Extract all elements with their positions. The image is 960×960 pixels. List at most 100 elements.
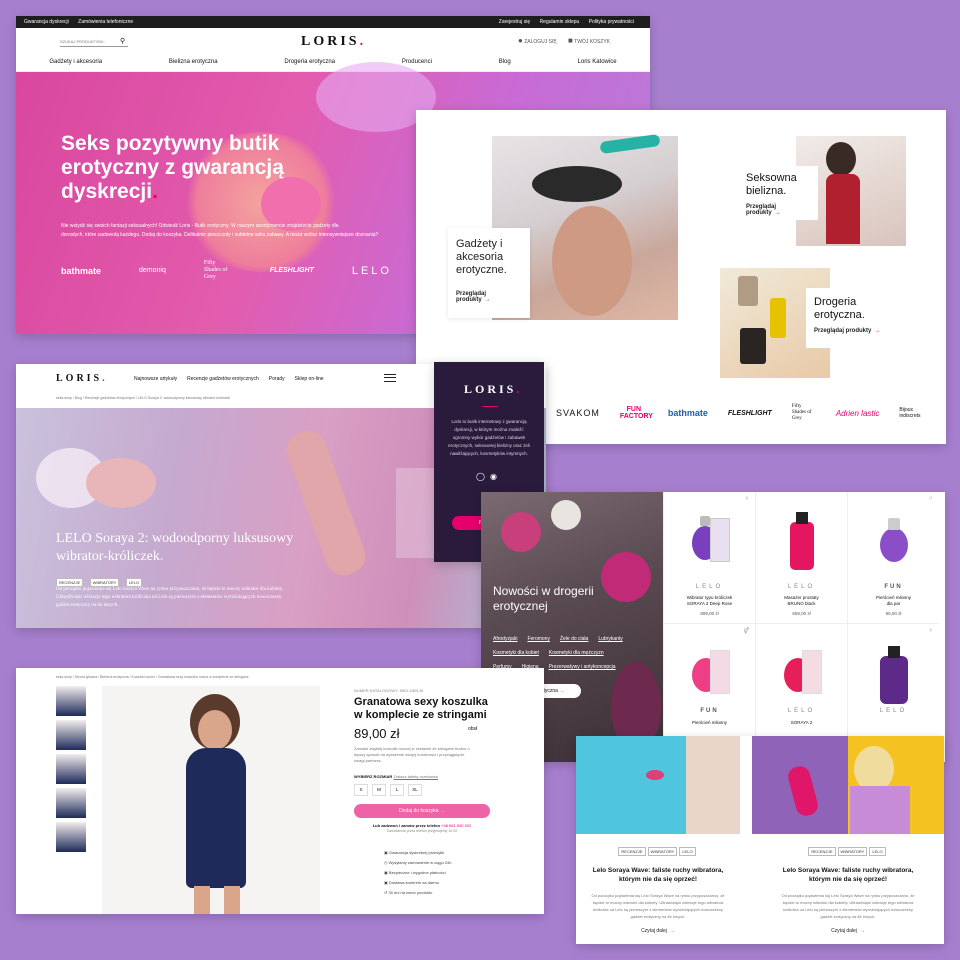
- blog-nav: Najnowsze artykuły Recenzje gadżetów ero…: [134, 376, 324, 382]
- tag[interactable]: WIBRATORY: [837, 847, 868, 856]
- phone-order-link[interactable]: Zamówienia telefoniczne: [78, 19, 133, 25]
- product-main-image[interactable]: [102, 686, 320, 914]
- login-link[interactable]: ● ZALOGUJ SIĘ: [518, 36, 557, 45]
- brand-svakom[interactable]: SVAKOM: [556, 408, 600, 418]
- side-logo[interactable]: LORIS: [464, 382, 516, 396]
- tag[interactable]: RECENZJE: [808, 847, 836, 856]
- toy-image: [599, 133, 661, 155]
- read-more-link[interactable]: Czytaj dalej →: [752, 928, 944, 934]
- product-card[interactable]: ♀ LELO Wibrator typu króliczek SORAYA 2 D…: [663, 492, 755, 624]
- product-brand: LELO: [695, 584, 724, 590]
- lingerie-title: Seksowna bielizna.: [746, 172, 797, 197]
- review-image-1[interactable]: [576, 736, 740, 834]
- brand-fifty-shades-2[interactable]: Fifty Shades of Grey: [792, 404, 816, 422]
- size-option[interactable]: XL: [408, 784, 422, 796]
- brand-lelo[interactable]: LELO: [352, 265, 392, 277]
- product-card[interactable]: LELO Masażer prostaty BRUNO black 659,00 …: [755, 492, 847, 624]
- drugstore-card: Nowości w drogerii erotycznej Afrodyzjak…: [481, 492, 945, 762]
- feature-item: ◷ Wysyłamy zamówienie w ciągu 24h: [384, 860, 452, 865]
- blog-title: LELO Soraya 2: wodoodporny luksusowy wib…: [56, 531, 294, 564]
- nav-producers[interactable]: Producenci: [402, 59, 432, 65]
- product-brand: FUN: [700, 708, 719, 714]
- link-feromony[interactable]: Feromony: [527, 632, 550, 646]
- size-option[interactable]: S: [354, 784, 368, 796]
- instagram-icon[interactable]: ◯: [476, 472, 485, 481]
- phone-link[interactable]: +48 661 830 922: [441, 823, 471, 828]
- blog-logo[interactable]: LORIS: [56, 373, 102, 384]
- cart-link[interactable]: ■ TWÓJ KOSZYK: [568, 36, 610, 45]
- product-page-card: seks-shop / Strona główna / Bielizna ero…: [16, 668, 544, 914]
- lingerie-browse-link[interactable]: Przeglądaj produkty →: [746, 204, 810, 216]
- link-zele[interactable]: Żele do ciała: [560, 632, 588, 646]
- privacy-link[interactable]: Polityka prywatności: [589, 19, 634, 25]
- tag[interactable]: LELO: [679, 847, 696, 856]
- add-to-cart-button[interactable]: Dodaj do koszyka →: [354, 804, 490, 818]
- product-image: [780, 642, 824, 712]
- lock-icon: ▣: [384, 870, 388, 875]
- header: SZUKAJ PRODUKTÓW... ⚲ LORIS. ● ZALOGUJ S…: [16, 28, 650, 72]
- nav-store[interactable]: Loris Katowice: [578, 59, 617, 65]
- link-kosmetyki-kobiet[interactable]: Kosmetyki dla kobiet: [493, 646, 539, 660]
- thumbnail[interactable]: [56, 822, 86, 852]
- female-icon: ♀: [744, 496, 750, 502]
- review-image-2[interactable]: [752, 736, 944, 834]
- brand-fun-factory[interactable]: FUN FACTORY: [620, 406, 653, 420]
- brand-fleshlight[interactable]: FLESHLIGHT: [270, 267, 314, 274]
- product-breadcrumb: seks-shop / Strona główna / Bielizna ero…: [56, 675, 249, 679]
- product-image: [872, 510, 916, 580]
- nav-lingerie[interactable]: Bielizna erotyczna: [169, 59, 218, 65]
- tag[interactable]: RECENZJE: [618, 847, 646, 856]
- nav-blog[interactable]: Blog: [499, 59, 511, 65]
- nav-drugstore[interactable]: Drogeria erotyczna: [284, 59, 335, 65]
- read-more-link[interactable]: Czytaj dalej →: [576, 928, 740, 934]
- blog-nav-shop[interactable]: Sklep on-line: [295, 376, 324, 382]
- product-price: 95,00 zł: [885, 611, 902, 616]
- feature-item: ▣ Gwarancja dyskretnej przesyłki: [384, 850, 445, 855]
- hero-text: Nie wstydź się swoich fantazji seksualny…: [61, 223, 379, 238]
- size-option[interactable]: M: [372, 784, 386, 796]
- thumbnail[interactable]: [56, 720, 86, 750]
- hamburger-menu-icon[interactable]: [384, 374, 396, 382]
- product-image: [780, 510, 824, 580]
- link-lubrykanty[interactable]: Lubrykanty: [598, 632, 622, 646]
- brand-bijoux[interactable]: Bijoux indiscrets: [899, 407, 929, 419]
- drugstore-box: Drogeria erotyczna. Przeglądaj produkty →: [806, 288, 896, 348]
- size-option[interactable]: L: [390, 784, 404, 796]
- blog-nav-reviews[interactable]: Recenzje gadżetów erotycznych: [187, 376, 259, 382]
- product-image: [688, 642, 732, 712]
- link-afrodyzjaki[interactable]: Afrodyzjaki: [493, 632, 517, 646]
- search-icon[interactable]: ⚲: [120, 37, 125, 45]
- discretion-link[interactable]: Gwarancja dyskrecji: [24, 19, 69, 25]
- thumbnail[interactable]: [56, 754, 86, 784]
- register-link[interactable]: Zarejestruj się: [499, 19, 530, 25]
- gadgets-browse-link[interactable]: Przeglądaj produkty →: [456, 291, 522, 303]
- brand-bathmate-2[interactable]: bathmate: [668, 408, 708, 418]
- blog-nav-latest[interactable]: Najnowsze artykuły: [134, 376, 177, 382]
- product-card[interactable]: ♂ FUN Pierścień miłosny dla par 95,00 zł: [847, 492, 939, 624]
- size-table-link[interactable]: Zobacz tabelę rozmiarów: [393, 774, 438, 779]
- thumbnail[interactable]: [56, 686, 86, 716]
- product-image: [872, 642, 916, 712]
- logo[interactable]: LORIS: [301, 34, 360, 49]
- link-kosmetyki-mezczyzn[interactable]: Kosmetyki dla mężczyzn: [549, 646, 604, 660]
- facebook-icon[interactable]: ◉: [490, 472, 497, 481]
- brand-demoniq[interactable]: demoniq: [139, 267, 166, 274]
- tag[interactable]: LELO: [869, 847, 886, 856]
- brand-bathmate[interactable]: bathmate: [61, 266, 101, 276]
- brand-adrien-lastic[interactable]: Adrien lastic: [836, 409, 880, 418]
- lingerie-box: Seksowna bielizna. Przeglądaj produkty →: [738, 166, 818, 220]
- tag[interactable]: WIBRATORY: [647, 847, 678, 856]
- truck-icon: ▣: [384, 880, 388, 885]
- product-name: Pierścień miłosny dla par: [875, 595, 911, 606]
- link-prezerwatywy[interactable]: Prezerwatywy i antykoncepcja: [549, 660, 616, 674]
- thumbnail[interactable]: [56, 788, 86, 818]
- brand-fleshlight-2[interactable]: FLESHLIGHT: [728, 410, 772, 417]
- nav-gadgets[interactable]: Gadżety i akcesoria: [49, 59, 102, 65]
- blog-nav-tips[interactable]: Porady: [269, 376, 285, 382]
- brand-fifty-shades[interactable]: Fifty Shades of Grey: [204, 260, 232, 281]
- product-price: 89,00 zł: [354, 726, 400, 741]
- terms-link[interactable]: Regulamin sklepu: [540, 19, 580, 25]
- drugstore-browse-link[interactable]: Przeglądaj produkty →: [814, 328, 888, 334]
- product-description: Zamiast zwykłej koszulki nocnej w zestaw…: [354, 746, 470, 763]
- search-input[interactable]: SZUKAJ PRODUKTÓW...: [60, 37, 128, 47]
